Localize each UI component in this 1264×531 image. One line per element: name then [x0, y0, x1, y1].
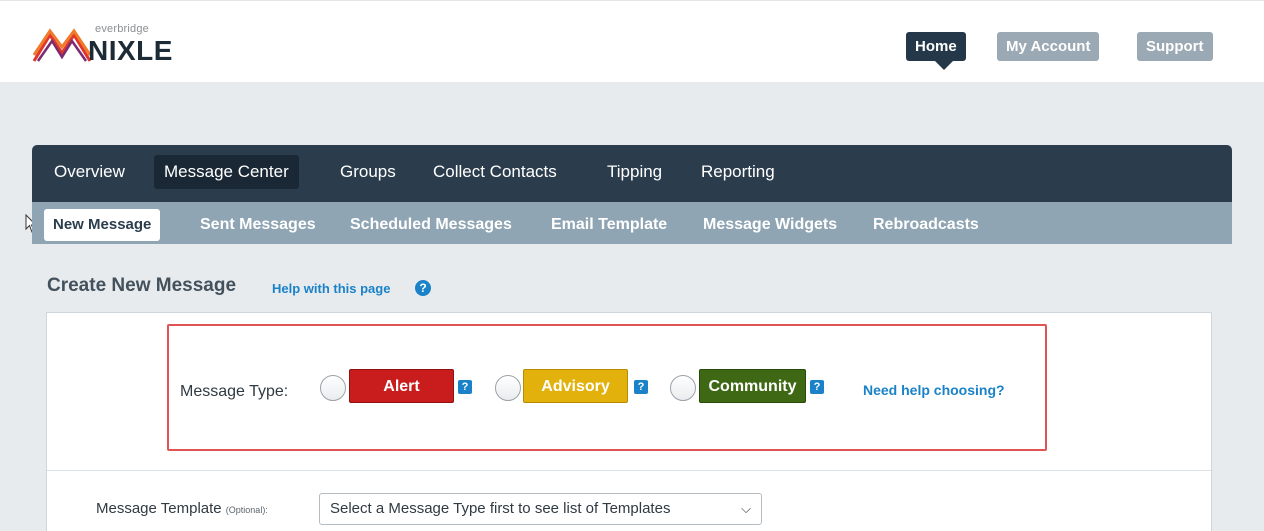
nixle-logo[interactable]: everbridge NIXLE [32, 23, 202, 73]
nav-overview[interactable]: Overview [44, 155, 135, 189]
subnav-scheduled-messages[interactable]: Scheduled Messages [350, 212, 512, 240]
community-help-icon[interactable]: ? [810, 380, 824, 394]
my-account-button[interactable]: My Account [997, 32, 1100, 61]
main-navigation: Overview Message Center Groups Collect C… [32, 145, 1232, 202]
nav-reporting[interactable]: Reporting [691, 155, 785, 189]
help-circle-icon[interactable]: ? [415, 280, 431, 296]
main-panel: Overview Message Center Groups Collect C… [32, 145, 1232, 531]
create-message-form: Message Type: Alert ? Advisory ? Communi… [46, 312, 1212, 531]
nixle-logo-icon [32, 28, 92, 62]
advisory-help-icon[interactable]: ? [634, 380, 648, 394]
subnav-message-widgets[interactable]: Message Widgets [703, 212, 837, 240]
chevron-down-icon: ⌵ [741, 501, 751, 516]
message-template-select-value: Select a Message Type first to see list … [330, 500, 671, 517]
optional-label: (Optional): [225, 505, 268, 515]
need-help-choosing-link[interactable]: Need help choosing? [863, 382, 1005, 398]
message-type-row: Message Type: Alert ? Advisory ? Communi… [47, 313, 1211, 471]
subnav-sent-messages[interactable]: Sent Messages [200, 212, 316, 240]
community-radio[interactable] [670, 375, 696, 401]
message-template-label: Message Template (Optional): [96, 500, 268, 517]
nav-message-center[interactable]: Message Center [154, 155, 299, 189]
subnav-new-message[interactable]: New Message [44, 209, 161, 241]
advisory-type-button[interactable]: Advisory [523, 369, 628, 403]
subnav-email-template[interactable]: Email Template [551, 212, 667, 240]
message-template-select[interactable]: Select a Message Type first to see list … [319, 493, 762, 525]
nav-tipping[interactable]: Tipping [597, 155, 672, 189]
alert-type-button[interactable]: Alert [349, 369, 454, 403]
advisory-radio[interactable] [495, 375, 521, 401]
help-with-page-link[interactable]: Help with this page [272, 281, 390, 296]
logo-brand-small: everbridge [95, 23, 149, 35]
sub-navigation: New Message Sent Messages Scheduled Mess… [32, 202, 1232, 244]
page-title: Create New Message [47, 275, 237, 296]
logo-brand-name: NIXLE [88, 35, 173, 66]
alert-radio[interactable] [320, 375, 346, 401]
header: everbridge NIXLE Home My Account Support [0, 0, 1264, 82]
home-button[interactable]: Home [906, 32, 966, 70]
message-type-label: Message Type: [180, 383, 289, 400]
support-button[interactable]: Support [1137, 32, 1213, 61]
message-template-label-text: Message Template [96, 500, 222, 517]
subnav-rebroadcasts[interactable]: Rebroadcasts [873, 212, 979, 240]
nav-groups[interactable]: Groups [330, 155, 406, 189]
alert-help-icon[interactable]: ? [458, 380, 472, 394]
community-type-button[interactable]: Community [699, 369, 806, 403]
nav-collect-contacts[interactable]: Collect Contacts [423, 155, 567, 189]
